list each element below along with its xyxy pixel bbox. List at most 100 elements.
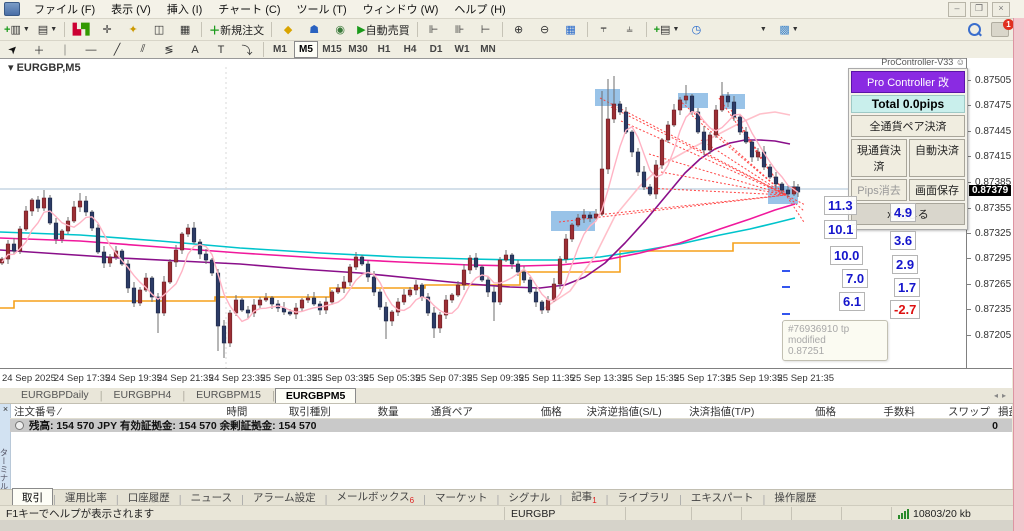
bar-chart-icon[interactable]: ⊩	[422, 20, 446, 39]
terminal-tab-1[interactable]: 運用比率	[56, 489, 116, 506]
balance-row[interactable]: 残高: 154 570 JPY 有効証拠金: 154 570 余剰証拠金: 15…	[10, 419, 1012, 432]
trendline-tool-icon[interactable]: ╱	[105, 40, 129, 59]
channel-tool-icon[interactable]: ⫽	[131, 40, 155, 59]
chart-tab-eurgbpm15[interactable]: EURGBPM15	[185, 387, 272, 403]
chart-tab-eurgbpdaily[interactable]: EURGBPDaily	[10, 387, 100, 403]
search-icon[interactable]	[962, 20, 986, 39]
column-header-10[interactable]: スワップ	[923, 404, 998, 418]
vline-tool-icon[interactable]: ｜	[53, 40, 77, 59]
terminal-tab-2[interactable]: 口座履歴	[119, 489, 179, 506]
text-tool-icon[interactable]: A	[183, 40, 207, 59]
menu-挿[interactable]: 挿入 (I)	[159, 0, 210, 18]
column-header-7[interactable]: 決済指値(T/P)	[670, 404, 763, 418]
profiles-icon[interactable]: ▤▼	[35, 20, 60, 39]
terminal-tab-10[interactable]: エキスパート	[682, 489, 763, 506]
time-tick-label: 24 Sep 17:35	[54, 373, 111, 384]
crosshair-tool-icon[interactable]: ＋	[27, 40, 51, 59]
minimize-button[interactable]: –	[948, 2, 966, 17]
terminal-tab-7[interactable]: シグナル	[499, 489, 559, 506]
navigator-icon[interactable]: ✦	[121, 20, 145, 39]
menu-ヘ[interactable]: ヘルプ (H)	[446, 0, 513, 18]
notification-icon[interactable]: 1	[988, 20, 1012, 39]
label-tool-icon[interactable]: T	[209, 40, 233, 59]
terminal-tab-8[interactable]: 記事1	[562, 488, 605, 506]
timeframe-d1-button[interactable]: D1	[424, 41, 448, 58]
new-order-button[interactable]: ＋新規注文	[206, 20, 267, 39]
menu-ツ[interactable]: ツール (T)	[289, 0, 355, 18]
timeframe-mn-button[interactable]: MN	[476, 41, 500, 58]
orders-table-header[interactable]: 注文番号 ∕時間取引種別数量通貨ペア価格決済逆指値(S/L)決済指値(T/P)価…	[10, 404, 1012, 419]
auto-trading-button[interactable]: ▶自動売買	[354, 20, 412, 39]
terminal-tab-6[interactable]: マーケット	[426, 489, 497, 506]
close-all-pairs-button[interactable]: 全通貨ペア決済	[851, 115, 965, 137]
timeframe-m30-button[interactable]: M30	[346, 41, 370, 58]
terminal-icon[interactable]: ◫	[147, 20, 171, 39]
line-chart-icon[interactable]: ⊢	[474, 20, 498, 39]
community-icon[interactable]: ☗	[302, 20, 326, 39]
column-header-4[interactable]: 通貨ペア	[407, 404, 481, 418]
timeframe-m1-button[interactable]: M1	[268, 41, 292, 58]
column-header-9[interactable]: 手数料	[844, 404, 923, 418]
smiley-icon[interactable]: ☺	[956, 57, 965, 67]
column-header-0[interactable]: 注文番号 ∕	[10, 404, 160, 418]
pips-value-label: 6.1	[839, 292, 865, 311]
tile-windows-icon[interactable]: ▦	[559, 20, 583, 39]
column-header-1[interactable]: 時間	[160, 404, 255, 418]
arrange-down-icon[interactable]: ⫨	[618, 20, 642, 39]
terminal-tab-3[interactable]: ニュース	[182, 489, 241, 506]
zoom-in-icon[interactable]: ⊕	[507, 20, 531, 39]
terminal-tab-11[interactable]: 操作履歴	[765, 489, 825, 506]
terminal-tab-0[interactable]: 取引	[12, 488, 53, 506]
menu-表[interactable]: 表示 (V)	[103, 0, 159, 18]
column-header-2[interactable]: 取引種別	[255, 404, 338, 418]
terminal-tab-4[interactable]: アラーム設定	[244, 489, 325, 506]
timeframe-h1-button[interactable]: H1	[372, 41, 396, 58]
terminal-tab-9[interactable]: ライブラリ	[609, 489, 680, 506]
indicators-dropdown-icon[interactable]: ▼	[750, 20, 774, 39]
hline-tool-icon[interactable]: —	[79, 40, 103, 59]
timeframe-m15-button[interactable]: M15	[320, 41, 344, 58]
time-axis[interactable]: 24 Sep 202524 Sep 17:3524 Sep 19:3524 Se…	[0, 368, 1012, 389]
close-button[interactable]: ×	[992, 2, 1010, 17]
template-dropdown-icon[interactable]: ▩▼	[776, 20, 801, 39]
candle-chart-icon[interactable]: ⊪	[448, 20, 472, 39]
terminal-close-icon[interactable]: ×	[1, 404, 10, 414]
timeframe-h4-button[interactable]: H4	[398, 41, 422, 58]
chart-tab-eurgbph4[interactable]: EURGBPH4	[103, 387, 183, 403]
clock-icon[interactable]: ◷	[684, 20, 708, 39]
column-header-6[interactable]: 決済逆指値(S/L)	[570, 404, 670, 418]
timeframe-w1-button[interactable]: W1	[450, 41, 474, 58]
status-cell	[626, 507, 692, 520]
chart-tab-eurgbpm5[interactable]: EURGBPM5	[275, 388, 357, 403]
add-chart-icon[interactable]: +▤▼	[651, 20, 683, 39]
column-header-5[interactable]: 価格	[481, 404, 570, 418]
menu-フ[interactable]: ファイル (F)	[26, 0, 103, 18]
status-cell	[692, 507, 742, 520]
eraser-icon[interactable]: ◆	[276, 20, 300, 39]
shapes-tool-icon[interactable]: ⤵	[235, 40, 259, 59]
fibonacci-tool-icon[interactable]: ≶	[157, 40, 181, 59]
arrange-up-icon[interactable]: ⫧	[592, 20, 616, 39]
chart-symbol-label[interactable]: ▾ EURGBP,M5	[8, 61, 81, 74]
strategy-tester-icon[interactable]: ▦	[173, 20, 197, 39]
column-header-8[interactable]: 価格	[762, 404, 844, 418]
timeframe-m5-button[interactable]: M5	[294, 41, 318, 58]
column-header-11[interactable]: 損益	[998, 404, 1012, 418]
restore-button[interactable]: ❐	[970, 2, 988, 17]
menu-ウ[interactable]: ウィンドウ (W)	[355, 0, 447, 18]
column-header-3[interactable]: 数量	[339, 404, 407, 418]
tab-scroll-arrows[interactable]: ◂▸	[994, 391, 1010, 400]
data-window-icon[interactable]: ✛	[95, 20, 119, 39]
auto-close-button[interactable]: 自動決済	[909, 139, 965, 177]
terminal-tab-5[interactable]: メールボックス6	[327, 488, 423, 506]
web-icon[interactable]: ◉	[328, 20, 352, 39]
toolbar-separator	[201, 22, 202, 37]
price-tick-mark	[967, 309, 971, 310]
menu-チ[interactable]: チャート (C)	[210, 0, 288, 18]
price-axis[interactable]: 0.875050.874750.874450.874150.873850.873…	[966, 58, 1013, 368]
zoom-out-icon[interactable]: ⊖	[533, 20, 557, 39]
close-current-pair-button[interactable]: 現通貨決済	[851, 139, 907, 177]
pips-clear-button[interactable]: Pips消去	[851, 179, 907, 201]
market-watch-icon[interactable]: ▙▜	[69, 20, 93, 39]
screen-save-button[interactable]: 画面保存	[909, 179, 965, 201]
